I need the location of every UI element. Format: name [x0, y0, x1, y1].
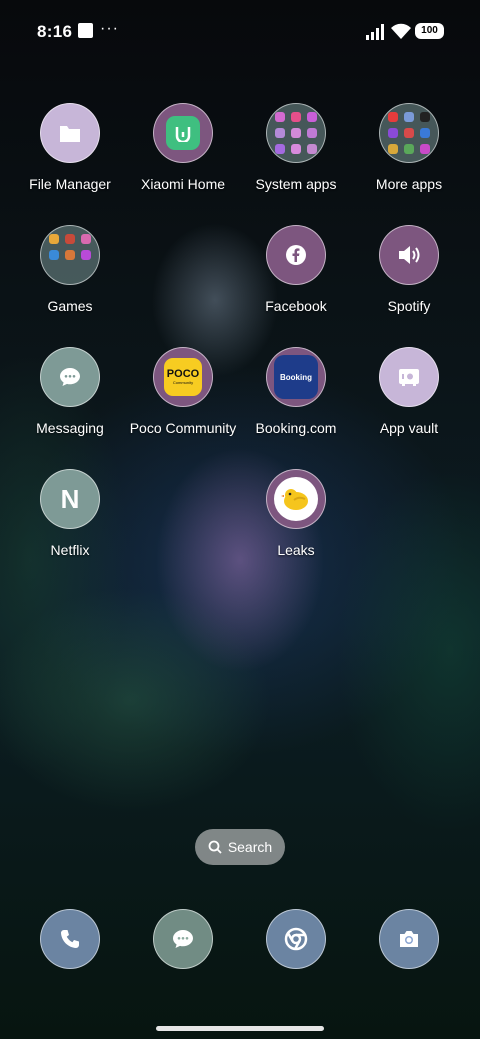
- app-app-vault[interactable]: App vault: [354, 347, 464, 436]
- app-leaks[interactable]: Leaks: [241, 469, 351, 558]
- search-button[interactable]: Search: [195, 829, 285, 865]
- battery-indicator: 100: [415, 23, 444, 39]
- app-label: More apps: [375, 176, 443, 192]
- dock-camera[interactable]: [379, 909, 439, 969]
- search-icon: [208, 840, 222, 854]
- messages-icon: [173, 930, 193, 948]
- app-netflix[interactable]: N Netflix: [15, 469, 125, 558]
- signal-icon: [366, 24, 384, 40]
- folder-system-apps[interactable]: System apps: [241, 103, 351, 192]
- app-messaging[interactable]: Messaging: [15, 347, 125, 436]
- wifi-icon: [391, 23, 411, 39]
- dock-phone[interactable]: [40, 909, 100, 969]
- app-label: File Manager: [29, 176, 111, 192]
- clock: 8:16: [37, 22, 73, 41]
- app-label: Spotify: [387, 298, 431, 314]
- app-label: System apps: [255, 176, 337, 192]
- chrome-icon: [284, 927, 308, 951]
- dock-chrome[interactable]: [266, 909, 326, 969]
- app-poco-community[interactable]: POCO Community Poco Community: [128, 347, 238, 436]
- dock-messages[interactable]: [153, 909, 213, 969]
- app-facebook[interactable]: Facebook: [241, 225, 351, 314]
- folder-more-apps[interactable]: More apps: [354, 103, 464, 192]
- games-folder-icon: [40, 225, 100, 285]
- poco-logo-text: POCO: [166, 368, 200, 380]
- poco-community-icon: POCO Community: [153, 347, 213, 407]
- app-label: Netflix: [50, 542, 90, 558]
- netflix-icon: N: [40, 469, 100, 529]
- app-booking[interactable]: Booking Booking.com: [241, 347, 351, 436]
- app-xiaomi-home[interactable]: Xiaomi Home: [128, 103, 238, 192]
- folder-games[interactable]: Games: [15, 225, 125, 314]
- vault-icon: [379, 347, 439, 407]
- facebook-icon: [266, 225, 326, 285]
- search-label: Search: [227, 839, 273, 855]
- more-notifications-icon: ···: [100, 20, 119, 37]
- app-label: Leaks: [277, 542, 315, 558]
- status-bar: 8:16 ··· 100: [0, 0, 480, 64]
- notification-icon: [78, 23, 93, 38]
- gesture-home-bar[interactable]: [156, 1026, 324, 1031]
- app-label: Xiaomi Home: [140, 176, 226, 192]
- app-spotify[interactable]: Spotify: [354, 225, 464, 314]
- leaks-bird-icon: [266, 469, 326, 529]
- app-label: App vault: [379, 420, 439, 436]
- app-label: Poco Community: [129, 420, 237, 436]
- system-apps-folder-icon: [266, 103, 326, 163]
- chat-bubble-icon: [40, 347, 100, 407]
- poco-logo-subtext: Community: [172, 380, 194, 385]
- app-label: Messaging: [36, 420, 104, 436]
- camera-icon: [400, 931, 418, 947]
- app-label: Facebook: [265, 298, 327, 314]
- app-file-manager[interactable]: File Manager: [15, 103, 125, 192]
- xiaomi-home-icon: [153, 103, 213, 163]
- app-label: Booking.com: [255, 420, 337, 436]
- netflix-logo-letter: N: [60, 483, 80, 514]
- booking-logo-text: Booking: [280, 372, 312, 382]
- app-label: Games: [47, 298, 93, 314]
- folder-icon: [40, 103, 100, 163]
- speaker-icon: [379, 225, 439, 285]
- phone-icon: [61, 930, 79, 948]
- booking-icon: Booking: [266, 347, 326, 407]
- more-apps-folder-icon: [379, 103, 439, 163]
